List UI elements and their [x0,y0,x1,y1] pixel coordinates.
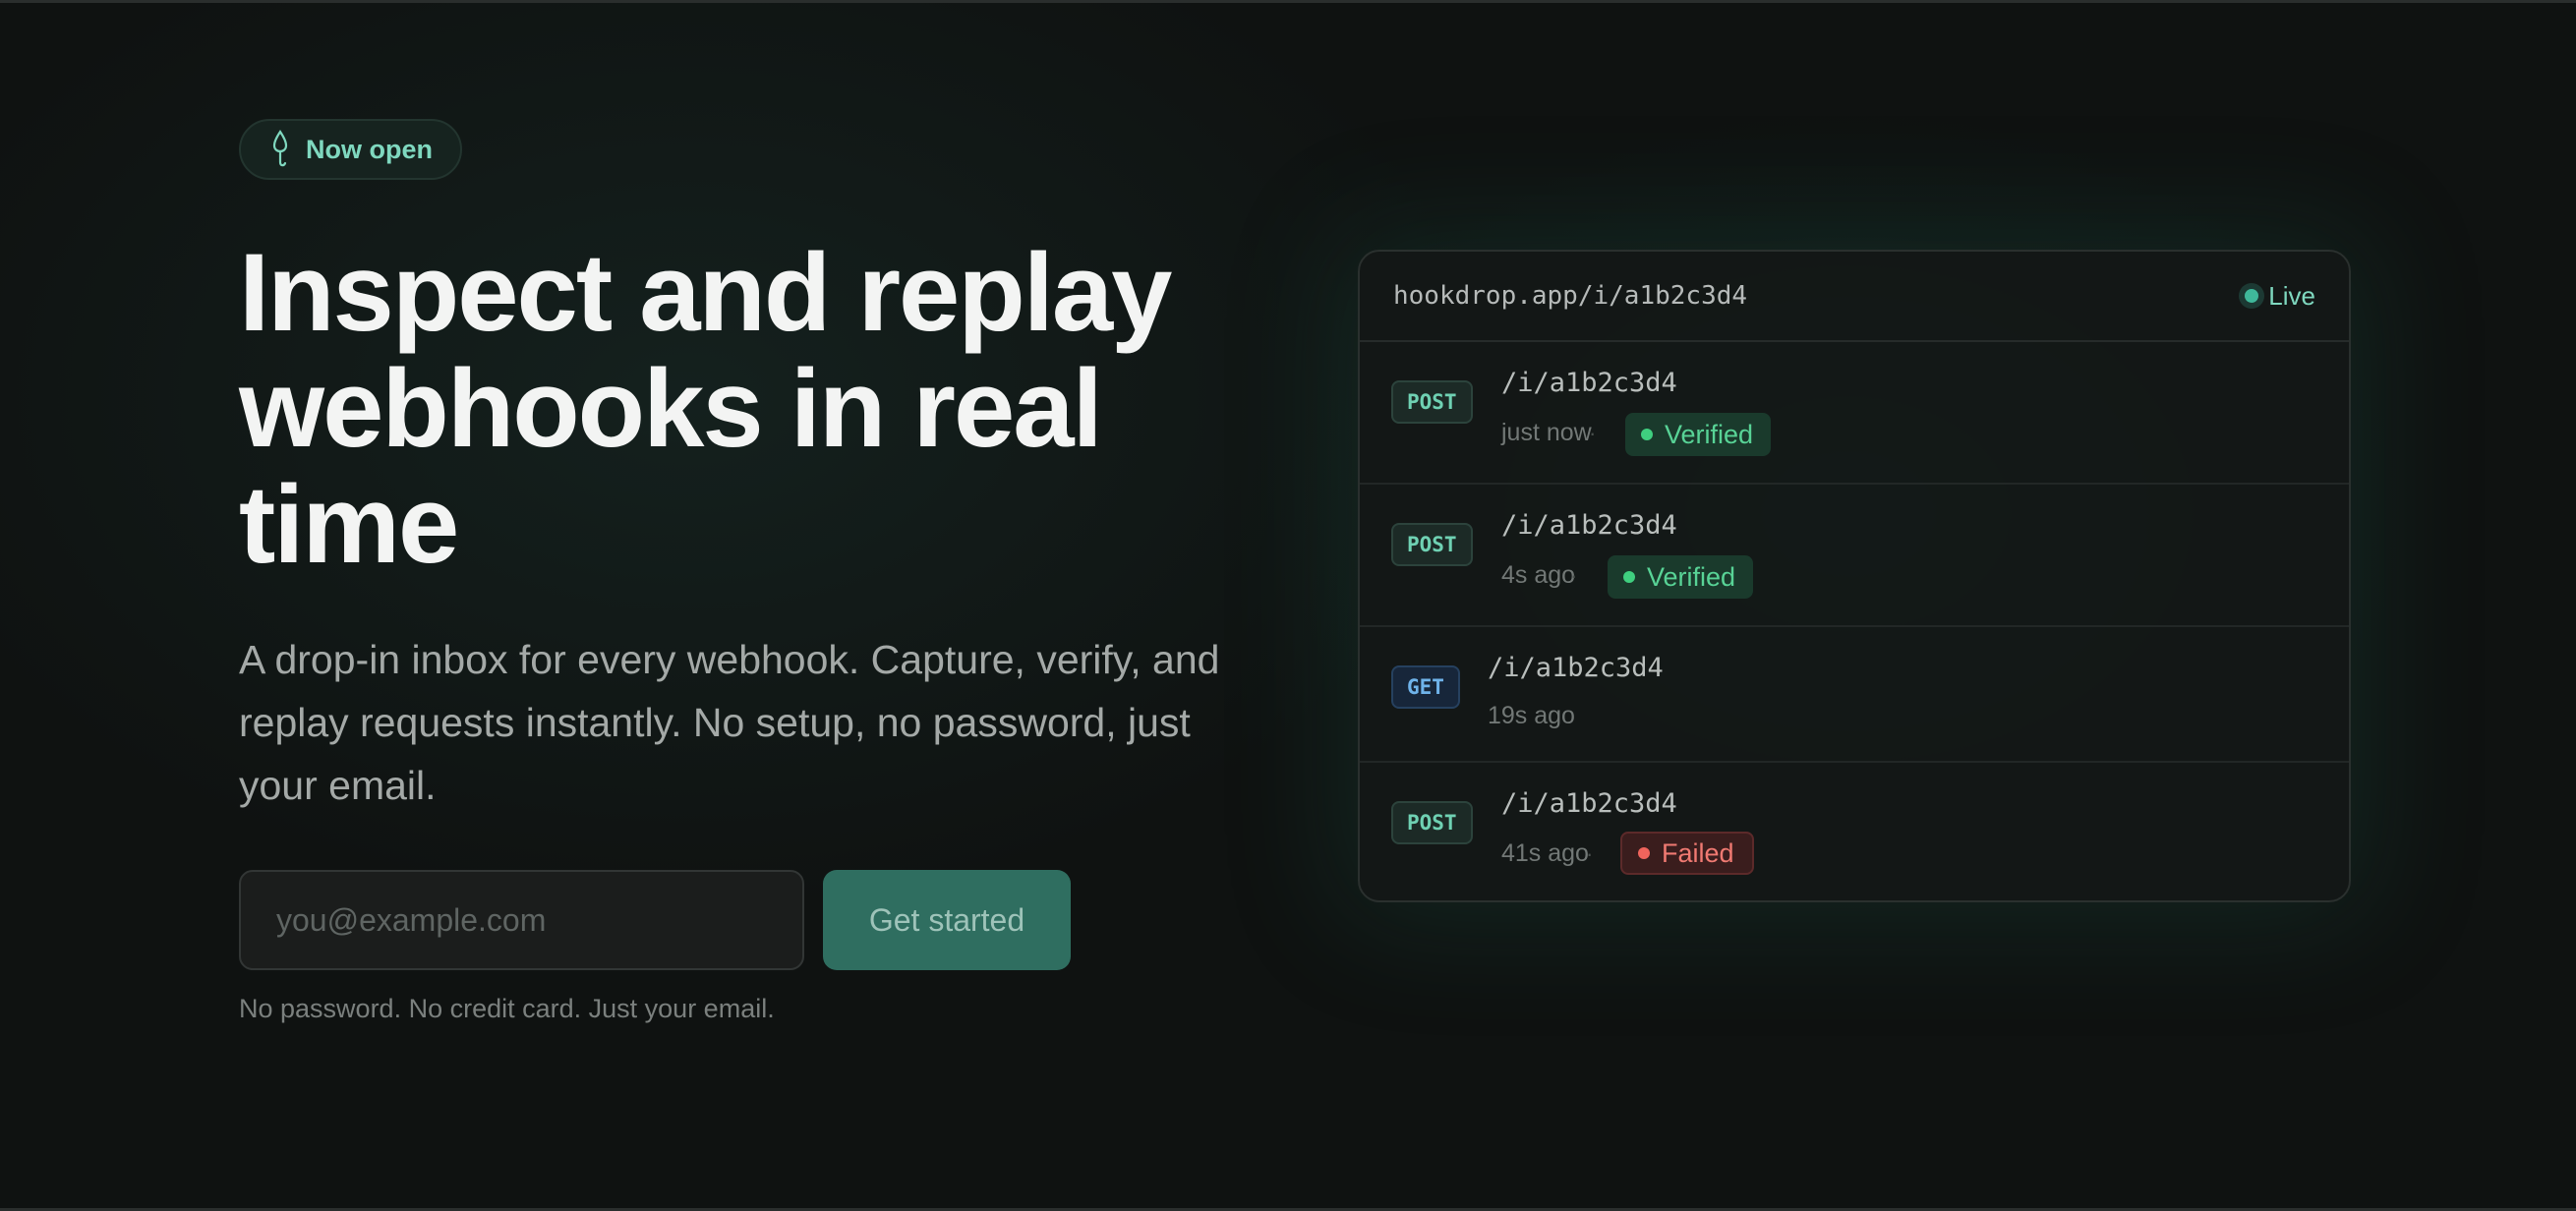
request-row[interactable]: POST /i/a1b2c3d4 4s ago · Verified [1360,485,2349,627]
live-dot-icon [2245,289,2259,303]
request-row[interactable]: POST /i/a1b2c3d4 just now · Verified [1360,342,2349,485]
status-label: Verified [1665,419,1754,449]
request-time: 19s ago [1488,702,1575,729]
request-path: /i/a1b2c3d4 [1501,510,1677,541]
panel-header: hookdrop.app/i/a1b2c3d4 Live [1360,252,2349,342]
live-indicator: Live [2245,281,2315,312]
email-input[interactable] [239,870,804,970]
status-label: Failed [1662,837,1734,868]
status-label: Verified [1647,561,1736,592]
status-dot-icon [1638,847,1650,859]
status-badge: Failed [1620,832,1754,875]
request-path: /i/a1b2c3d4 [1488,653,1664,683]
request-row[interactable]: POST /i/a1b2c3d4 41s ago · Failed [1360,763,2349,900]
hook-icon [270,130,290,169]
hero-subtext: A drop-in inbox for every webhook. Captu… [239,637,1220,808]
request-time: 4s ago [1501,561,1576,589]
badge-label: Now open [306,134,433,164]
get-started-button[interactable]: Get started [823,870,1071,970]
method-badge: POST [1391,801,1473,844]
method-badge: GET [1391,665,1460,709]
request-time: just now [1501,419,1592,446]
separator: · [1589,421,1597,445]
inbox-url: hookdrop.app/i/a1b2c3d4 [1393,281,1748,311]
inbox-preview-panel: hookdrop.app/i/a1b2c3d4 Live POST /i/a1b… [1358,250,2351,902]
separator: · [1570,563,1578,588]
request-row[interactable]: GET /i/a1b2c3d4 19s ago [1360,627,2349,763]
landing-page: Now open Inspect and replay webhooks in … [0,0,2576,1211]
status-dot-icon [1641,429,1653,440]
request-path: /i/a1b2c3d4 [1501,788,1677,819]
status-dot-icon [1623,571,1635,583]
separator: · [1586,841,1594,866]
method-badge: POST [1391,523,1473,566]
status-badge: Verified [1625,413,1772,456]
now-open-badge: Now open [239,119,462,180]
method-badge: POST [1391,380,1473,424]
hero-headline: Inspect and replay webhooks in real time [239,231,1172,586]
request-path: /i/a1b2c3d4 [1501,368,1677,398]
status-badge: Verified [1608,555,1754,599]
request-time: 41s ago [1501,839,1589,867]
live-label: Live [2268,280,2315,311]
fineprint: No password. No credit card. Just your e… [239,994,775,1023]
